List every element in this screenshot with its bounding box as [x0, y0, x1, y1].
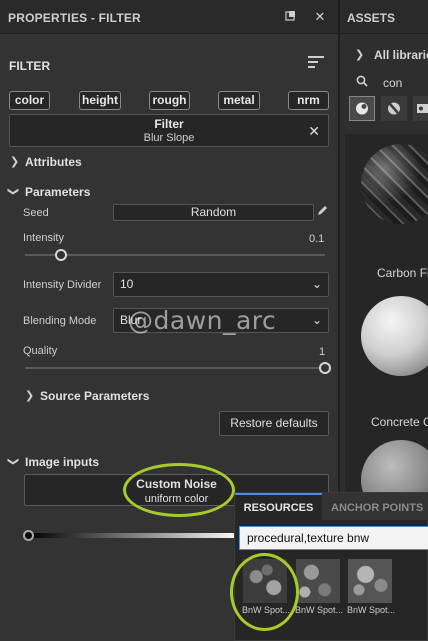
chevron-right-icon[interactable]: ❯	[25, 389, 34, 402]
channel-chip-height[interactable]: height	[79, 91, 121, 110]
intensity-label: Intensity	[23, 232, 64, 244]
intensity-divider-label: Intensity Divider	[23, 279, 102, 291]
quality-slider-track[interactable]	[25, 367, 325, 369]
search-icon	[356, 75, 368, 90]
seed-field[interactable]: Random	[113, 204, 314, 221]
tab-anchor-points[interactable]: ANCHOR POINTS	[331, 493, 428, 520]
panel-title: PROPERTIES - FILTER	[8, 11, 141, 25]
asset-thumbnail-concrete[interactable]	[361, 296, 428, 376]
intensity-divider-value: 10	[120, 277, 134, 291]
assets-search-value[interactable]: con	[383, 76, 402, 90]
resources-search-input[interactable]: procedural,texture bnw	[239, 526, 428, 550]
chevron-down-icon[interactable]: ❯	[7, 457, 20, 466]
chevron-down-icon: ⌄	[311, 277, 322, 291]
gradient-stop-handle[interactable]	[23, 530, 34, 541]
channel-chip-nrm[interactable]: nrm	[288, 91, 329, 110]
assets-grid: Carbon Fi Concrete C	[345, 134, 428, 520]
image-icon	[417, 104, 428, 113]
clear-filter-icon[interactable]: ✕	[308, 123, 320, 140]
chevron-right-icon[interactable]: ❯	[355, 48, 364, 61]
image-filter-button[interactable]	[413, 96, 428, 121]
highlight-ring-custom-noise	[123, 463, 235, 517]
blending-mode-label: Blending Mode	[23, 315, 97, 327]
channel-chip-color[interactable]: color	[9, 91, 50, 110]
quality-value: 1	[319, 346, 326, 358]
channel-chip-metal[interactable]: metal	[218, 91, 260, 110]
channel-chip-rough[interactable]: rough	[149, 91, 190, 110]
sphere-icon	[356, 102, 368, 115]
material-filter-button[interactable]	[349, 96, 375, 121]
quality-slider-handle[interactable]	[319, 362, 331, 374]
intensity-value: 0.1	[309, 233, 325, 245]
asset-label-carbon[interactable]: Carbon Fi	[377, 266, 428, 280]
resources-tab-bar: RESOURCES ANCHOR POINTS	[235, 493, 428, 520]
section-title-filter: FILTER	[9, 59, 51, 73]
popout-icon[interactable]	[284, 10, 298, 24]
half-sphere-icon	[388, 102, 400, 115]
restore-defaults-button[interactable]: Restore defaults	[219, 411, 329, 436]
tab-resources[interactable]: RESOURCES	[235, 493, 322, 520]
resource-label-2: BnW Spot...	[295, 605, 344, 615]
parameters-section[interactable]: Parameters	[25, 185, 90, 199]
asset-thumbnail-carbon[interactable]	[361, 144, 428, 224]
assets-header: ASSETS	[340, 0, 428, 34]
resource-label-3: BnW Spot...	[347, 605, 396, 615]
assets-title: ASSETS	[347, 11, 396, 25]
chevron-right-icon[interactable]: ❯	[10, 155, 19, 168]
filter-name: Blur Slope	[143, 132, 195, 144]
chevron-down-icon: ⌄	[311, 313, 322, 327]
intensity-divider-select[interactable]: 10 ⌄	[113, 272, 329, 297]
intensity-slider-handle[interactable]	[55, 249, 67, 261]
mask-filter-button[interactable]	[381, 96, 407, 121]
filter-title: Filter	[154, 117, 184, 131]
source-parameters-section[interactable]: Source Parameters	[40, 389, 149, 403]
close-icon[interactable]: ✕	[313, 10, 327, 24]
menu-icon[interactable]	[308, 56, 324, 72]
image-inputs-section[interactable]: Image inputs	[25, 455, 99, 469]
seed-label: Seed	[23, 207, 49, 219]
edit-icon[interactable]	[317, 205, 328, 219]
attributes-section[interactable]: Attributes	[25, 155, 82, 169]
gradient-ramp[interactable]	[28, 533, 240, 538]
resource-thumbnail-2[interactable]	[296, 559, 340, 603]
asset-label-concrete[interactable]: Concrete C	[371, 415, 428, 429]
filter-selector[interactable]: Filter Blur Slope ✕	[9, 114, 329, 147]
intensity-slider-track[interactable]	[25, 254, 325, 256]
quality-label: Quality	[23, 345, 58, 357]
library-breadcrumb[interactable]: All librarie	[374, 48, 428, 62]
highlight-ring-resource	[230, 553, 299, 631]
resource-thumbnail-3[interactable]	[348, 559, 392, 603]
chevron-down-icon[interactable]: ❯	[7, 187, 20, 196]
panel-header: PROPERTIES - FILTER ✕	[0, 0, 338, 34]
watermark-text: @dawn_arc	[128, 306, 277, 335]
